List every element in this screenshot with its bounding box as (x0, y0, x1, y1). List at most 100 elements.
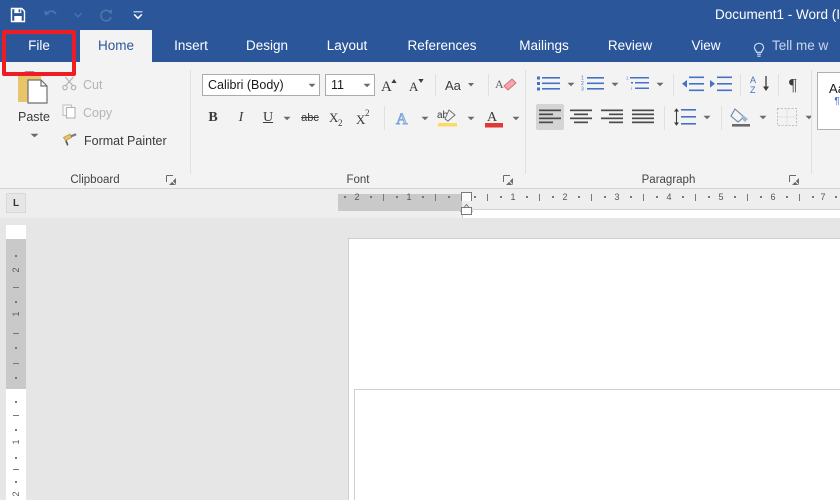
align-left-icon[interactable] (536, 104, 564, 130)
vruler-tick-2: 2 (11, 491, 21, 497)
underline-dropdown-icon[interactable] (279, 106, 295, 130)
font-family-dropdown-icon[interactable] (305, 83, 319, 88)
justify-icon[interactable] (629, 104, 657, 130)
multilevel-list-dropdown-icon[interactable] (652, 72, 667, 96)
left-indent-marker[interactable] (461, 207, 472, 215)
tab-review[interactable]: Review (594, 30, 666, 62)
font-divider-3 (384, 106, 385, 130)
tell-me-search[interactable]: Tell me w (752, 30, 828, 62)
font-dialog-launcher[interactable] (503, 173, 515, 185)
font-group-label: Font (346, 174, 370, 186)
numbering-icon[interactable]: 1 2 3 (580, 72, 606, 96)
font-size-dropdown-icon[interactable] (360, 83, 374, 88)
svg-text:2: 2 (338, 118, 343, 128)
ruler-tick-5: 5 (718, 192, 724, 202)
clear-formatting-icon[interactable]: A (494, 74, 518, 96)
tab-home[interactable]: Home (80, 30, 152, 62)
vruler-tick-m1: 1 (11, 311, 21, 317)
text-highlight-color-icon[interactable]: ab (435, 106, 461, 130)
svg-text:A: A (495, 77, 504, 91)
paste-icon (18, 71, 48, 104)
paragraph-divider-3 (778, 74, 779, 96)
svg-text:A: A (487, 110, 498, 125)
word-window: Document1 - Word (I File Home Insert Des… (0, 0, 840, 500)
tell-me-label: Tell me w (772, 38, 829, 53)
line-spacing-dropdown-icon[interactable] (699, 104, 714, 130)
underline-icon[interactable]: U (257, 106, 279, 130)
italic-icon[interactable]: I (230, 106, 252, 130)
vertical-ruler[interactable]: 2 1 1 2 (6, 225, 840, 500)
font-color-dropdown-icon[interactable] (508, 106, 524, 130)
tab-layout[interactable]: Layout (316, 30, 378, 62)
style-normal-button[interactable]: Aa ¶ (817, 72, 840, 130)
grow-font-icon[interactable]: A (379, 74, 403, 96)
window-title: Document1 - Word (I (714, 7, 840, 22)
bold-icon[interactable]: B (202, 106, 224, 130)
paragraph-divider-2 (740, 74, 741, 96)
customize-quick-access-toolbar-icon[interactable] (124, 3, 152, 27)
bullets-icon[interactable] (536, 72, 562, 96)
show-formatting-marks-icon[interactable]: ¶ (784, 72, 808, 96)
tab-design[interactable]: Design (234, 30, 300, 62)
copy-icon (62, 104, 77, 122)
decrease-indent-icon[interactable] (680, 72, 706, 96)
text-effects-icon[interactable]: A (391, 106, 415, 130)
numbering-dropdown-icon[interactable] (607, 72, 622, 96)
document-body-text[interactable] (349, 239, 840, 279)
format-painter-label: Format Painter (84, 134, 167, 148)
font-size-combobox[interactable]: 11 (325, 74, 375, 96)
cut-button[interactable]: Cut (62, 76, 102, 94)
paragraph-dialog-launcher[interactable] (789, 173, 801, 185)
ruler-tick-6: 6 (770, 192, 776, 202)
subscript-icon[interactable]: X 2 (327, 106, 351, 130)
shrink-font-icon[interactable]: A (406, 74, 430, 96)
font-family-combobox[interactable]: Calibri (Body) (202, 74, 320, 96)
sort-icon[interactable]: A Z (748, 72, 774, 96)
copy-button[interactable]: Copy (62, 104, 112, 122)
format-painter-button[interactable]: Format Painter (62, 132, 167, 150)
horizontal-ruler[interactable]: L 2 1 1 2 3 4 5 6 7 (0, 189, 840, 472)
svg-text:A: A (409, 79, 419, 94)
svg-text:¶: ¶ (789, 75, 797, 93)
clipboard-group-label: Clipboard (70, 174, 120, 186)
vruler-tick-1: 1 (11, 439, 21, 445)
ribbon-group-paragraph: 1 2 3 1 i A Z ¶ Paragraph (526, 62, 812, 188)
shading-icon[interactable] (728, 104, 754, 130)
paste-dropdown-icon[interactable] (30, 125, 39, 143)
align-right-icon[interactable] (598, 104, 626, 130)
tab-insert[interactable]: Insert (160, 30, 222, 62)
bullets-dropdown-icon[interactable] (563, 72, 578, 96)
superscript-icon[interactable]: X 2 (354, 106, 378, 130)
redo-icon[interactable] (92, 3, 120, 27)
tab-view[interactable]: View (676, 30, 736, 62)
cut-label: Cut (83, 78, 103, 92)
change-case-icon[interactable]: Aa (443, 74, 483, 96)
text-effects-dropdown-icon[interactable] (417, 106, 433, 130)
paragraph-divider-4 (664, 106, 665, 130)
undo-dropdown-icon[interactable] (68, 3, 88, 27)
borders-icon[interactable] (774, 104, 800, 130)
ruler-tick-m1: 1 (406, 192, 412, 202)
font-divider-2 (488, 74, 489, 96)
tab-stop-selector[interactable]: L (6, 193, 26, 213)
tab-references[interactable]: References (392, 30, 492, 62)
paste-button[interactable]: Paste (8, 70, 60, 146)
text-highlight-dropdown-icon[interactable] (463, 106, 479, 130)
align-center-icon[interactable] (567, 104, 595, 130)
font-size-value: 11 (331, 78, 344, 92)
ribbon-group-clipboard: Paste Cut Copy Format Painter Clipboard (0, 62, 190, 188)
tab-mailings[interactable]: Mailings (500, 30, 588, 62)
ruler-tick-2: 2 (562, 192, 568, 202)
increase-indent-icon[interactable] (708, 72, 734, 96)
line-spacing-icon[interactable] (672, 104, 698, 130)
clipboard-dialog-launcher[interactable] (166, 173, 178, 185)
ruler-tick-m2: 2 (354, 192, 360, 202)
undo-icon[interactable] (36, 3, 64, 27)
save-icon[interactable] (4, 3, 32, 27)
shading-dropdown-icon[interactable] (755, 104, 770, 130)
tab-file[interactable]: File (4, 30, 74, 62)
font-color-icon[interactable]: A (482, 106, 506, 130)
ribbon-tab-strip: File Home Insert Design Layout Reference… (0, 30, 840, 62)
strikethrough-icon[interactable]: abc (297, 106, 323, 130)
multilevel-list-icon[interactable]: 1 i (625, 72, 651, 96)
